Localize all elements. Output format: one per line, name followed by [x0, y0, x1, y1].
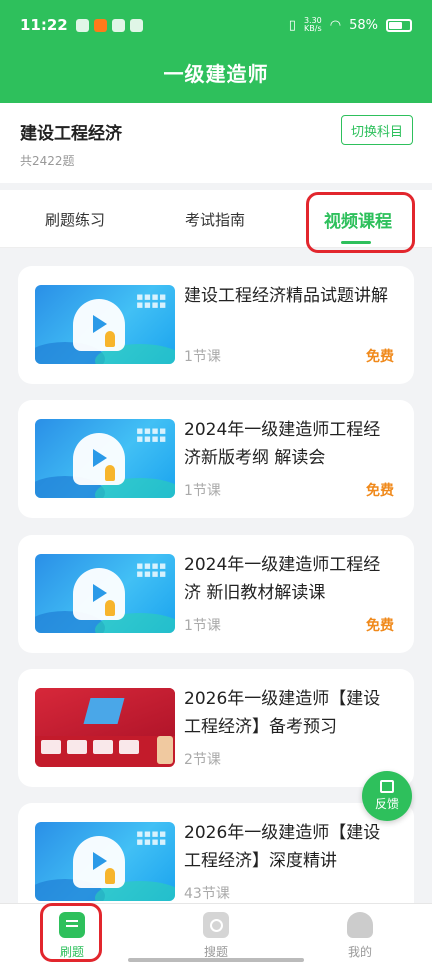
feedback-button[interactable]: 反馈	[362, 771, 412, 821]
app-notification-icon	[129, 18, 143, 32]
app-notification-icon	[93, 18, 107, 32]
switch-subject-button[interactable]: 切换科目	[341, 115, 413, 145]
question-count: 共2422题	[20, 154, 75, 168]
course-thumbnail	[35, 688, 175, 767]
price-label: 免费	[366, 618, 394, 634]
battery-icon	[386, 18, 412, 32]
app-header: 11:22 ▯ 3.30 KB/s ◠ 58% 一级建造师	[0, 0, 432, 103]
nav-item-search[interactable]: 搜题	[144, 904, 288, 964]
lesson-count: 1节课	[184, 618, 221, 634]
course-thumbnail: ■■■■ ■■■■	[35, 419, 175, 498]
person-icon	[347, 912, 373, 938]
tab-practice[interactable]: 刷题练习	[0, 190, 150, 248]
thumbnail-decoration	[83, 698, 125, 724]
lesson-count: 2节课	[184, 752, 221, 768]
annotation-highlight-nav	[40, 903, 102, 962]
tab-exam-guide[interactable]: 考试指南	[140, 190, 290, 248]
subject-name: 建设工程经济	[20, 124, 122, 144]
app-notification-icon	[111, 18, 125, 32]
thumbnail-decoration	[105, 331, 115, 347]
thumbnail-decoration	[105, 600, 115, 616]
edit-icon	[380, 780, 394, 793]
decorative-dots: ■■■■ ■■■■	[136, 427, 167, 443]
price-label: 免费	[366, 349, 394, 365]
feedback-label: 反馈	[374, 797, 399, 811]
lesson-count: 43节课	[184, 886, 230, 902]
annotation-highlight-tab	[306, 192, 415, 253]
play-icon	[93, 852, 107, 870]
battery-percent: 58%	[349, 17, 378, 33]
status-right: ▯ 3.30 KB/s ◠ 58%	[289, 17, 412, 33]
course-title: 2026年一级建造师【建设工程经济】备考预习	[184, 689, 381, 737]
thumbnail-decoration	[35, 736, 175, 767]
play-icon	[93, 449, 107, 467]
home-indicator	[128, 958, 304, 962]
thumbnail-decoration	[105, 868, 115, 884]
decorative-dots: ■■■■ ■■■■	[136, 562, 167, 578]
status-notification-icons	[75, 18, 143, 32]
lesson-count: 1节课	[184, 483, 221, 499]
nav-label: 我的	[347, 945, 372, 959]
status-bar: 11:22 ▯ 3.30 KB/s ◠ 58%	[0, 0, 432, 50]
thumbnail-decoration	[105, 465, 115, 481]
course-title: 2026年一级建造师【建设工程经济】深度精讲	[184, 823, 381, 871]
lesson-count: 1节课	[184, 349, 221, 365]
course-card[interactable]: 2026年一级建造师【建设工程经济】备考预习 2节课	[18, 669, 414, 787]
nav-item-profile[interactable]: 我的	[288, 904, 432, 964]
search-camera-icon	[203, 912, 229, 938]
course-card[interactable]: ■■■■ ■■■■ 建设工程经济精品试题讲解 1节课 免费	[18, 266, 414, 384]
network-speed: 3.30 KB/s	[304, 17, 322, 33]
page-title: 一级建造师	[163, 62, 269, 86]
wifi-icon: ◠	[329, 17, 342, 33]
price-label: 免费	[366, 483, 394, 499]
course-title: 2024年一级建造师工程经济 新旧教材解读课	[184, 555, 381, 603]
thumbnail-decoration	[157, 736, 173, 764]
decorative-dots: ■■■■ ■■■■	[136, 293, 167, 309]
app-notification-icon	[75, 18, 89, 32]
vibrate-icon: ▯	[288, 17, 296, 33]
course-card[interactable]: ■■■■ ■■■■ 2024年一级建造师工程经济 新旧教材解读课 1节课 免费	[18, 535, 414, 653]
play-icon	[93, 315, 107, 333]
course-thumbnail: ■■■■ ■■■■	[35, 285, 175, 364]
course-title: 2024年一级建造师工程经济新版考纲 解读会	[184, 420, 381, 468]
course-thumbnail: ■■■■ ■■■■	[35, 554, 175, 633]
status-time: 11:22	[20, 16, 68, 34]
course-title: 建设工程经济精品试题讲解	[184, 286, 388, 306]
subject-section: 建设工程经济 共2422题 切换科目	[0, 103, 432, 183]
network-speed-unit: KB/s	[304, 24, 322, 33]
course-card[interactable]: ■■■■ ■■■■ 2024年一级建造师工程经济新版考纲 解读会 1节课 免费	[18, 400, 414, 518]
course-thumbnail: ■■■■ ■■■■	[35, 822, 175, 901]
play-icon	[93, 584, 107, 602]
decorative-dots: ■■■■ ■■■■	[136, 830, 167, 846]
